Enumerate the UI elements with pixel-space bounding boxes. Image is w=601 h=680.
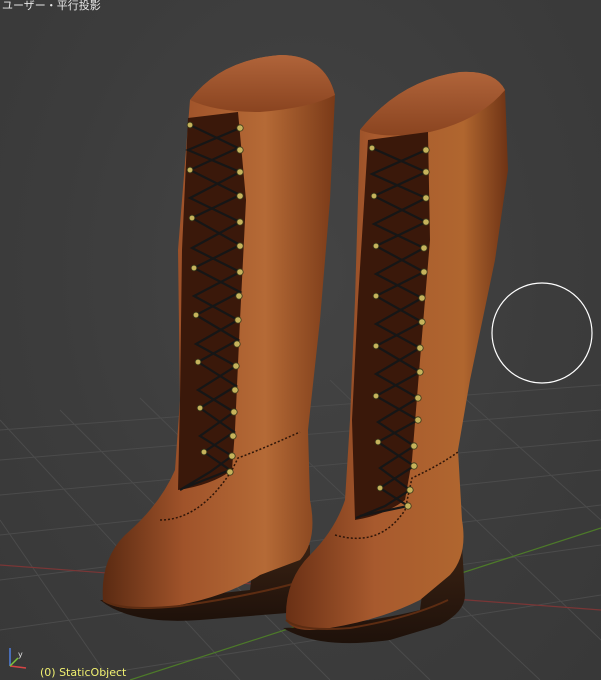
- active-object-label: (0) StaticObject: [40, 666, 127, 679]
- gizmo-y-label: y: [18, 650, 23, 659]
- 3d-viewport[interactable]: y ユーザー・平行投影 (0) StaticObject: [0, 0, 601, 680]
- brush-circle-cursor: [491, 282, 593, 384]
- view-mode-label: ユーザー・平行投影: [2, 0, 101, 12]
- axis-gizmo-icon: y: [9, 648, 27, 669]
- left-boot: [100, 55, 335, 621]
